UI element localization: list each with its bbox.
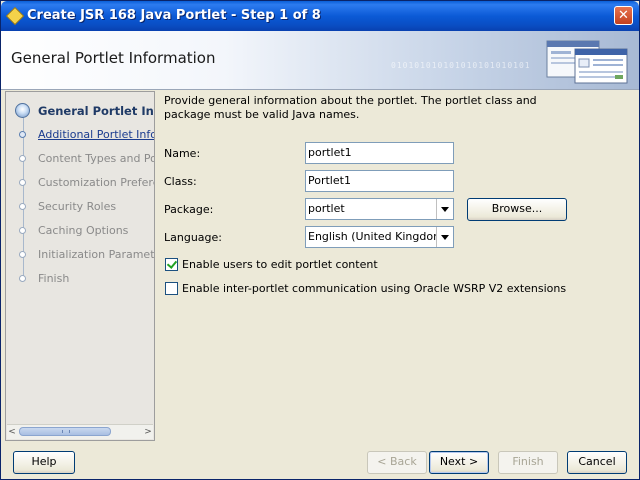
edit-content-checkbox[interactable] (165, 258, 178, 271)
language-label: Language: (164, 231, 222, 244)
nav-step-label: Caching Options (38, 224, 129, 237)
button-bar: Help < Back Next > Finish Cancel (1, 441, 639, 479)
cancel-button-label: Cancel (578, 455, 616, 468)
name-label: Name: (164, 147, 201, 160)
wizard-documents-graphic (546, 40, 628, 84)
chevron-down-icon[interactable] (436, 199, 453, 219)
nav-step-general-portlet-information[interactable]: General Portlet Information (6, 100, 154, 122)
edit-content-checkbox-label[interactable]: Enable users to edit portlet content (182, 258, 378, 271)
wizard-steps-nav: General Portlet Information Additional P… (5, 91, 155, 441)
nav-step-label: General Portlet Information (38, 104, 154, 118)
package-label: Package: (164, 203, 214, 216)
scrollbar-thumb[interactable] (19, 427, 111, 436)
back-button-label: < Back (377, 455, 417, 468)
next-button[interactable]: Next > (429, 451, 489, 474)
jdeveloper-icon (5, 6, 25, 26)
nav-step-label: Initialization Parameters (38, 248, 155, 261)
wizard-dialog: Create JSR 168 Java Portlet - Step 1 of … (0, 0, 640, 480)
step-dot-icon (19, 275, 26, 282)
form-panel: Provide general information about the po… (156, 91, 638, 441)
nav-step-label: Finish (38, 272, 70, 285)
nav-horizontal-scrollbar[interactable]: < > (7, 424, 153, 439)
finish-button[interactable]: Finish (498, 451, 558, 474)
step-dot-icon (19, 227, 26, 234)
language-select[interactable]: English (United Kingdom) (305, 226, 454, 248)
wsrp-checkbox-label[interactable]: Enable inter-portlet communication using… (182, 282, 566, 295)
help-button-label: Help (31, 455, 57, 468)
nav-step-label: Security Roles (38, 200, 117, 213)
name-field[interactable]: portlet1 (305, 142, 454, 164)
step-dot-icon (19, 251, 26, 258)
nav-step-content-types: Content Types and Portlet Modes (6, 148, 154, 170)
nav-step-label: Content Types and Portlet Modes (38, 152, 154, 165)
header-binary-decoration: 010101010101010101010101 (391, 61, 531, 70)
nav-step-customization-preferences: Customization Preferences (6, 172, 154, 194)
nav-step-additional-portlet-information[interactable]: Additional Portlet Information (6, 124, 154, 146)
grip-icon (62, 430, 70, 433)
scroll-left-icon[interactable]: < (7, 426, 17, 438)
nav-step-label: Customization Preferences (38, 176, 154, 189)
back-button[interactable]: < Back (367, 451, 427, 474)
title-bar[interactable]: Create JSR 168 Java Portlet - Step 1 of … (1, 1, 639, 31)
finish-button-label: Finish (512, 455, 544, 468)
chevron-down-icon[interactable] (436, 227, 453, 247)
next-button-label: Next > (439, 455, 479, 468)
close-button[interactable]: ✕ (614, 6, 633, 25)
nav-step-label: Additional Portlet Information (38, 128, 154, 141)
current-step-icon (15, 103, 30, 118)
header-banner: General Portlet Information 010101010101… (1, 31, 639, 90)
browse-button[interactable]: Browse... (467, 198, 567, 221)
window-title: Create JSR 168 Java Portlet - Step 1 of … (27, 8, 321, 23)
class-label: Class: (164, 175, 197, 188)
nav-step-initialization-parameters: Initialization Parameters (6, 244, 155, 266)
package-combo[interactable]: portlet (305, 198, 454, 220)
step-dot-icon (19, 131, 26, 138)
step-dot-icon (19, 203, 26, 210)
page-title: General Portlet Information (11, 49, 216, 67)
help-button[interactable]: Help (13, 451, 75, 474)
nav-step-caching-options: Caching Options (6, 220, 154, 242)
step-dot-icon (19, 179, 26, 186)
step-dot-icon (19, 155, 26, 162)
cancel-button[interactable]: Cancel (567, 451, 627, 474)
close-icon: ✕ (618, 8, 629, 23)
form-description: Provide general information about the po… (164, 94, 537, 121)
scroll-right-icon[interactable]: > (143, 426, 153, 438)
class-field[interactable]: Portlet1 (305, 170, 454, 192)
language-value: English (United Kingdom) (308, 230, 449, 243)
wsrp-checkbox[interactable] (165, 282, 178, 295)
nav-step-finish: Finish (6, 268, 154, 290)
package-value: portlet (308, 202, 345, 215)
nav-step-security-roles: Security Roles (6, 196, 154, 218)
